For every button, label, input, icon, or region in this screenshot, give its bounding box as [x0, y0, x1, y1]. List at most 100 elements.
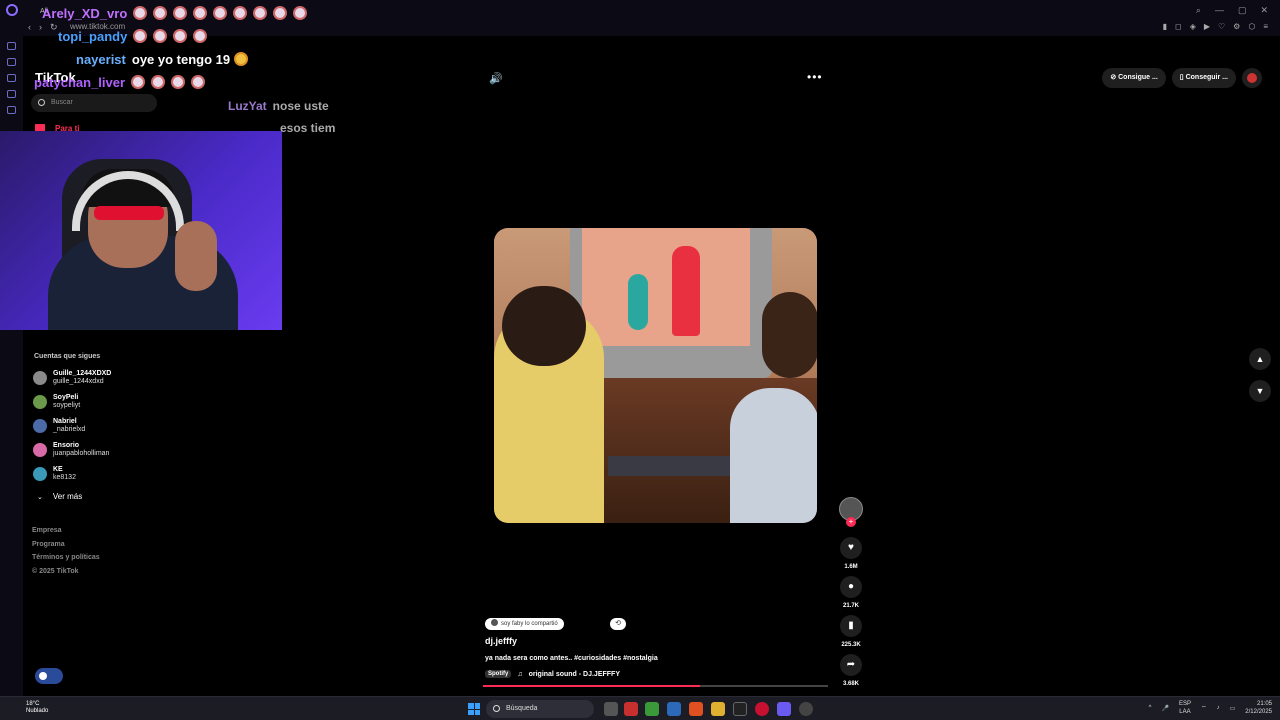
- footer-links: Empresa Programa Términos y políticas © …: [32, 524, 100, 578]
- windows-start-icon[interactable]: [468, 703, 480, 715]
- minimize-button[interactable]: —: [1215, 5, 1224, 16]
- footer-link-program[interactable]: Programa: [32, 538, 100, 552]
- taskbar-search[interactable]: Búsqueda: [486, 700, 594, 718]
- comment-button[interactable]: ● 21.7K: [839, 576, 863, 609]
- speaker-icon[interactable]: ♪: [1217, 705, 1220, 711]
- vscode-icon[interactable]: [667, 702, 681, 716]
- settings-icon[interactable]: ⚙: [1233, 22, 1240, 31]
- search-input[interactable]: Buscar: [31, 94, 157, 112]
- forward-icon[interactable]: ›: [39, 22, 42, 33]
- camera-icon[interactable]: ◻: [1175, 22, 1182, 31]
- task-view-icon[interactable]: [604, 702, 618, 716]
- repost-icon[interactable]: ⟲: [610, 618, 626, 630]
- comment-icon: ●: [840, 576, 862, 598]
- like-button[interactable]: ♥ 1.6M: [839, 537, 863, 570]
- account-handle: _nabrielxd: [53, 426, 86, 433]
- extensions-icon[interactable]: ⬡: [1248, 22, 1255, 31]
- back-icon[interactable]: ‹: [28, 22, 31, 33]
- footer-link-company[interactable]: Empresa: [32, 524, 100, 538]
- keyboard-layout: LAA: [1179, 709, 1191, 715]
- video-author[interactable]: dj.jefffy: [485, 636, 517, 646]
- chevron-up-icon: ▲: [1255, 354, 1265, 364]
- chevron-up-icon[interactable]: ^: [1149, 705, 1152, 711]
- video-dvd-player: [608, 456, 734, 476]
- video-child-right-hair: [762, 292, 817, 378]
- rail-messenger-icon[interactable]: [7, 74, 16, 82]
- video-player[interactable]: [494, 228, 817, 523]
- bookmark-icon[interactable]: ▮: [1163, 22, 1167, 31]
- video-cartoon-platypus: [628, 274, 648, 330]
- browser-logo-icon[interactable]: [6, 4, 18, 16]
- chat-text-overflow: esos tiem: [280, 121, 336, 135]
- get-app-label: Conseguir ...: [1185, 74, 1228, 81]
- file-explorer-icon[interactable]: [711, 702, 725, 716]
- emote-icon: [173, 6, 188, 20]
- profile-avatar[interactable]: [1242, 68, 1262, 88]
- widget-toggle[interactable]: [35, 668, 63, 684]
- shared-by-pill[interactable]: soy faby lo compartió: [485, 618, 564, 630]
- video-progress-bar[interactable]: [483, 685, 828, 687]
- language-indicator[interactable]: ESP LAA: [1179, 700, 1191, 716]
- save-button[interactable]: ▮ 225.3K: [839, 615, 863, 648]
- emote-icon: [133, 6, 148, 20]
- shield-icon[interactable]: ◈: [1190, 22, 1196, 31]
- sound-row: Spotify ♫ original sound - DJ.JEFFFY: [485, 670, 620, 678]
- get-coins-button[interactable]: ⊘ Consigue ...: [1102, 68, 1166, 88]
- clock[interactable]: 21:05 2/12/2025: [1245, 700, 1272, 716]
- heart-icon[interactable]: ♡: [1218, 22, 1225, 31]
- account-name: SoyPeli: [53, 394, 79, 401]
- minecraft-icon[interactable]: [645, 702, 659, 716]
- sound-name[interactable]: original sound - DJ.JEFFFY: [529, 671, 620, 678]
- chat-message: LuzYat nose uste: [228, 99, 346, 113]
- follow-plus-icon[interactable]: +: [846, 517, 856, 527]
- weather-widget[interactable]: 18°C Nublado: [10, 701, 48, 715]
- battery-icon[interactable]: ▭: [1230, 705, 1236, 712]
- calendar-app-icon[interactable]: [624, 702, 638, 716]
- following-account[interactable]: Ensorio juanpabloholliman: [33, 442, 109, 458]
- reload-icon[interactable]: ↻: [50, 22, 58, 33]
- capcut-icon[interactable]: [733, 702, 747, 716]
- menu-icon[interactable]: ≡: [1263, 22, 1268, 31]
- more-options-icon[interactable]: •••: [807, 70, 823, 84]
- avatar: [33, 467, 47, 481]
- brave-icon[interactable]: [689, 702, 703, 716]
- discord-icon[interactable]: [777, 702, 791, 716]
- following-account[interactable]: Guille_1244XDXD guille_1244xdxd: [33, 370, 111, 386]
- video-child-right: [730, 388, 817, 523]
- play-icon[interactable]: ▶: [1204, 22, 1210, 31]
- maximize-button[interactable]: ▢: [1238, 5, 1247, 16]
- rail-feed-icon[interactable]: [7, 106, 16, 114]
- footer-link-terms[interactable]: Términos y políticas: [32, 551, 100, 565]
- see-more-button[interactable]: ⌄ Ver más: [37, 492, 82, 501]
- volume-icon[interactable]: 🔊: [489, 72, 503, 85]
- comment-count: 21.7K: [842, 603, 859, 609]
- language-code: ESP: [1178, 701, 1191, 707]
- following-account[interactable]: SoyPeli soypeliyt: [33, 394, 80, 410]
- rail-bookmarks-icon[interactable]: [7, 42, 16, 50]
- emote-icon: [193, 6, 208, 20]
- share-button[interactable]: ➦ 3.68K: [839, 654, 863, 687]
- opera-gx-icon[interactable]: [755, 702, 769, 716]
- heart-icon: ♥: [840, 537, 862, 559]
- avatar: [33, 419, 47, 433]
- obs-icon[interactable]: [799, 702, 813, 716]
- previous-video-button[interactable]: ▲: [1249, 348, 1271, 370]
- sharer-avatar: [491, 619, 498, 626]
- account-name: Guille_1244XDXD: [53, 370, 112, 377]
- emote-icon: [233, 6, 248, 20]
- next-video-button[interactable]: ▼: [1249, 380, 1271, 402]
- get-app-button[interactable]: ▯ Conseguir ...: [1171, 68, 1236, 88]
- chat-username: Arely_XD_vro: [42, 6, 128, 21]
- close-button[interactable]: ✕: [1260, 5, 1268, 16]
- spotify-badge[interactable]: Spotify: [485, 670, 512, 678]
- search-icon[interactable]: ⌕: [1196, 5, 1201, 16]
- rail-history-icon[interactable]: [7, 58, 16, 66]
- microphone-icon[interactable]: 🎤: [1161, 705, 1168, 712]
- wifi-icon[interactable]: ⌔: [1201, 704, 1207, 712]
- avatar: [33, 371, 47, 385]
- emote-icon: [151, 75, 166, 89]
- following-account[interactable]: Nabriel _nabrielxd: [33, 418, 85, 434]
- rail-music-icon[interactable]: [7, 90, 16, 98]
- following-account[interactable]: KE ke8132: [33, 466, 76, 482]
- bookmark-icon: ▮: [840, 615, 862, 637]
